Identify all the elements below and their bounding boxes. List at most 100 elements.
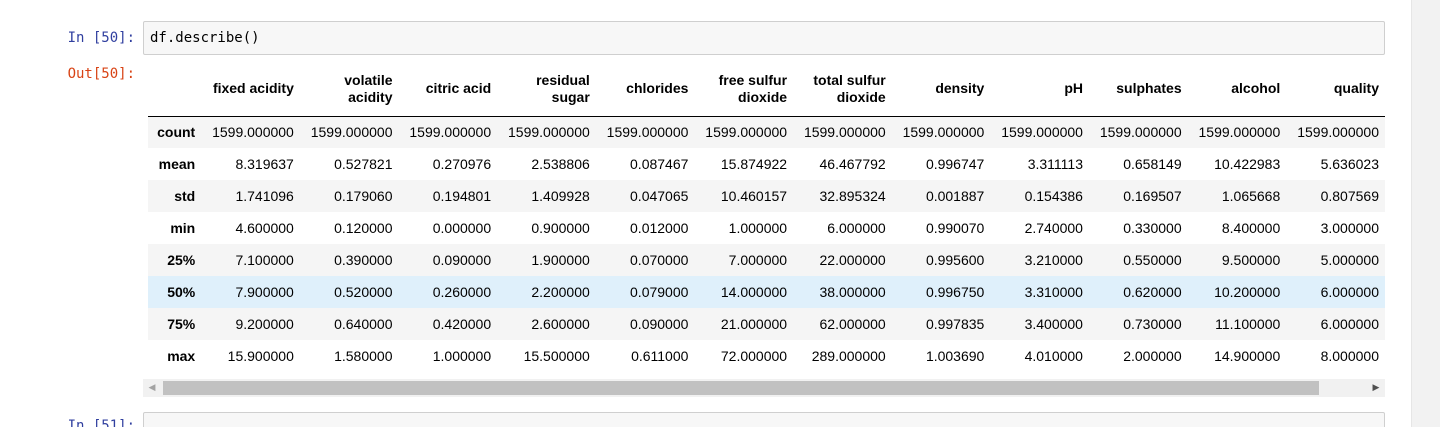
table-cell: 10.200000 xyxy=(1214,284,1281,300)
page-vertical-scrollbar[interactable] xyxy=(1412,0,1440,427)
table-cell: 0.620000 xyxy=(1123,284,1182,300)
table-cell: 0.154386 xyxy=(1024,188,1083,204)
table-cell: 9.500000 xyxy=(1221,252,1281,268)
column-header: free sulfur dioxide xyxy=(694,62,794,117)
scroll-left-arrow-icon[interactable]: ◀ xyxy=(143,379,161,397)
table-cell: 0.194801 xyxy=(432,188,492,204)
column-header: fixed acidity xyxy=(201,62,300,117)
table-cell: 0.169507 xyxy=(1123,188,1182,204)
column-header: volatile acidity xyxy=(299,62,399,117)
table-cell: 62.000000 xyxy=(819,316,886,332)
table-row: max 15.900000 1.580000 1.000000 15.500000 0.6… xyxy=(148,340,1385,372)
table-cell: 2.000000 xyxy=(1123,348,1182,364)
table-cell: 14.000000 xyxy=(720,284,788,300)
table-cell: 0.390000 xyxy=(334,252,393,268)
table-cell: 2.600000 xyxy=(531,316,590,332)
table-cell: 0.120000 xyxy=(334,220,393,236)
table-cell: 15.900000 xyxy=(227,348,294,364)
next-input-prompt: In [51]: xyxy=(67,418,135,427)
row-label: 25% xyxy=(167,252,196,268)
column-header-text: volatile xyxy=(344,71,393,88)
column-header: citric acid xyxy=(398,62,498,117)
table-cell: 3.210000 xyxy=(1024,252,1083,268)
table-cell: 1599.000000 xyxy=(310,124,393,141)
column-header-text: acidity xyxy=(348,88,393,105)
row-label: 50% xyxy=(167,284,196,300)
column-header-text: fixed acidity xyxy=(212,80,294,97)
input-prompt: In [50]: xyxy=(67,30,135,46)
table-cell: 1599.000000 xyxy=(606,124,689,141)
column-header-text: chlorides xyxy=(626,80,689,97)
table-cell: 8.000000 xyxy=(1320,348,1379,364)
column-header-text: citric acid xyxy=(425,80,492,97)
table-row: mean 8.319637 0.527821 0.270976 2.538806 0.08… xyxy=(148,148,1385,180)
table-cell: 6.000000 xyxy=(827,220,886,236)
table-cell: 0.001887 xyxy=(925,188,985,204)
table-cell: 1599.000000 xyxy=(1099,124,1182,141)
column-header-text: total sulfur xyxy=(813,71,886,88)
code-text[interactable]: df.describe() xyxy=(150,30,260,46)
table-cell: 0.000000 xyxy=(432,220,492,236)
table-cell: 1.409928 xyxy=(531,188,590,204)
table-cell: 0.420000 xyxy=(432,316,492,332)
table-row: 50% 7.900000 0.520000 0.260000 2.200000 0.079… xyxy=(148,276,1385,308)
table-cell: 7.100000 xyxy=(235,252,294,268)
table-cell: 3.311113 xyxy=(1027,156,1083,172)
table-cell: 5.000000 xyxy=(1320,252,1379,268)
column-header-text: density xyxy=(935,80,985,97)
table-cell: 1.000000 xyxy=(432,348,492,364)
table-cell: 0.995600 xyxy=(925,252,985,268)
column-header: quality xyxy=(1286,62,1385,117)
column-header-text: dioxide xyxy=(836,88,886,105)
table-cell: 4.600000 xyxy=(235,220,294,236)
table-cell: 0.070000 xyxy=(630,252,689,268)
row-label: std xyxy=(174,188,196,204)
table-cell: 9.200000 xyxy=(235,316,294,332)
table-cell: 0.640000 xyxy=(334,316,393,332)
column-header-text: free sulfur xyxy=(718,71,788,88)
column-header-text: residual xyxy=(536,71,590,88)
table-cell: 1.065668 xyxy=(1221,188,1281,204)
table-cell: 0.090000 xyxy=(432,252,492,268)
table-cell: 46.467792 xyxy=(819,156,886,172)
table-cell: 1599.000000 xyxy=(1001,124,1083,141)
horizontal-scrollbar[interactable]: ◀ ▶ xyxy=(143,379,1385,397)
table-cell: 14.900000 xyxy=(1214,348,1281,364)
table-cell: 1599.000000 xyxy=(705,124,788,141)
table-row: 25% 7.100000 0.390000 0.090000 1.900000 0.070… xyxy=(148,244,1385,276)
table-cell: 32.895324 xyxy=(819,188,886,204)
table-cell: 1.741096 xyxy=(235,188,294,204)
table-cell: 10.460157 xyxy=(720,188,788,204)
column-header: alcohol xyxy=(1187,62,1287,117)
row-label: max xyxy=(167,348,196,364)
table-cell: 1599.000000 xyxy=(902,124,985,141)
next-code-input-area[interactable] xyxy=(143,412,1385,427)
table-cell: 11.100000 xyxy=(1215,316,1281,332)
table-cell: 0.997835 xyxy=(925,316,985,332)
table-cell: 1.000000 xyxy=(728,220,788,236)
table-cell: 0.090000 xyxy=(630,316,689,332)
column-header-text: quality xyxy=(1333,80,1379,97)
scroll-right-arrow-icon[interactable]: ▶ xyxy=(1367,379,1385,397)
table-cell: 3.400000 xyxy=(1024,316,1083,332)
table-cell: 1.003690 xyxy=(925,348,985,364)
column-header-text: sugar xyxy=(551,88,590,105)
table-cell: 0.611000 xyxy=(631,348,689,364)
table-cell: 0.807569 xyxy=(1320,188,1379,204)
table-cell: 1599.000000 xyxy=(508,124,590,141)
describe-table: fixed acidity volatile acidity citric acid r… xyxy=(148,62,1385,372)
row-label: 75% xyxy=(167,316,196,332)
table-cell: 0.730000 xyxy=(1123,316,1182,332)
table-cell: 0.550000 xyxy=(1123,252,1182,268)
output-prompt: Out[50]: xyxy=(67,66,135,82)
column-header: total sulfur dioxide xyxy=(793,62,892,117)
table-cell: 1.900000 xyxy=(531,252,590,268)
column-header: pH xyxy=(990,62,1089,117)
code-input-area[interactable]: df.describe() xyxy=(143,21,1385,55)
table-cell: 0.658149 xyxy=(1123,156,1182,172)
column-header: density xyxy=(891,62,991,117)
table-cell: 3.310000 xyxy=(1024,284,1083,300)
table-cell: 0.996747 xyxy=(925,156,985,172)
table-cell: 0.260000 xyxy=(432,284,492,300)
scrollbar-thumb[interactable] xyxy=(163,381,1319,395)
